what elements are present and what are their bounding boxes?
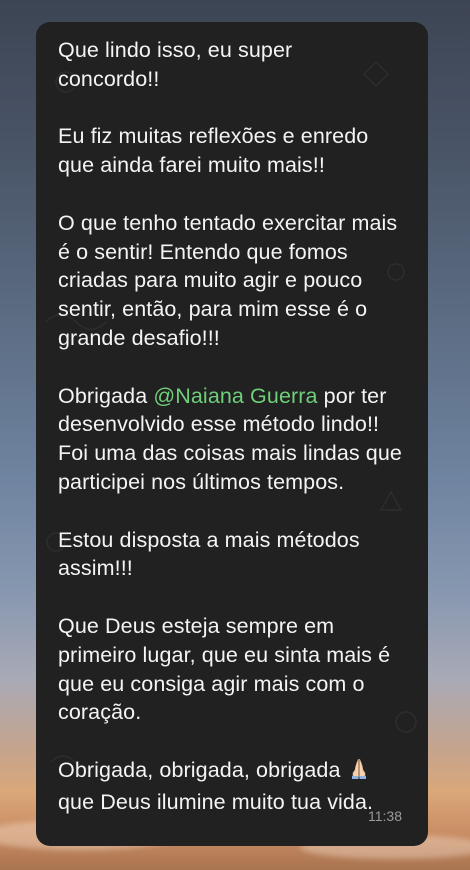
- message-paragraph: Estou disposta a mais métodos assim!!!: [58, 526, 410, 584]
- message-line: sentir, então, para mim esse é o: [58, 297, 368, 322]
- user-mention-link[interactable]: @Naiana Guerra: [153, 384, 317, 408]
- message-paragraph: Que Deus esteja sempre em primeiro lugar…: [58, 612, 410, 727]
- message-paragraph: Obrigada @Naiana Guerra por ter desenvol…: [58, 382, 410, 497]
- message-line: Que Deus esteja sempre em: [58, 613, 335, 638]
- message-line: assim!!!: [58, 556, 133, 581]
- message-line: primeiro lugar, que eu sinta mais é: [58, 642, 391, 667]
- message-text-fragment: por ter: [323, 383, 387, 408]
- message-line: que Deus ilumine muito tua vida.: [58, 789, 374, 814]
- message-line: é o sentir! Entendo que fomos: [58, 239, 348, 264]
- message-line: O que tenho tentado exercitar mais: [58, 210, 398, 235]
- message-line: Foi uma das coisas mais lindas que: [58, 441, 402, 466]
- message-line: concordo!!: [58, 66, 160, 91]
- message-paragraph: Que lindo isso, eu super concordo!!: [58, 36, 410, 94]
- message-text: Que lindo isso, eu super concordo!! Eu f…: [58, 36, 410, 817]
- message-line: Obrigada, obrigada, obrigada: [58, 756, 410, 788]
- praying-hands-icon: [347, 756, 371, 788]
- message-paragraph: O que tenho tentado exercitar mais é o s…: [58, 209, 410, 353]
- message-line: Estou disposta a mais métodos: [58, 527, 360, 552]
- message-line: Obrigada @Naiana Guerra por ter: [58, 382, 410, 411]
- message-line: Eu fiz muitas reflexões e enredo: [58, 124, 369, 149]
- message-line: participei nos últimos tempos.: [58, 469, 345, 494]
- message-text-fragment: Obrigada: [58, 383, 148, 408]
- message-line: coração.: [58, 700, 142, 725]
- message-timestamp: 11:38: [368, 808, 402, 824]
- message-line: grande desafio!!!: [58, 325, 220, 350]
- message-bubble[interactable]: Que lindo isso, eu super concordo!! Eu f…: [36, 22, 428, 846]
- message-line: criadas para muito agir e pouco: [58, 268, 363, 293]
- message-line: Que lindo isso, eu super: [58, 38, 293, 62]
- message-paragraph: Eu fiz muitas reflexões e enredo que ain…: [58, 122, 410, 180]
- message-line: que ainda farei muito mais!!: [58, 153, 325, 178]
- message-paragraph: Obrigada, obrigada, obrigada que Deus il…: [58, 756, 410, 817]
- message-line: que eu consiga agir mais com o: [58, 671, 365, 696]
- message-text-fragment: Obrigada, obrigada, obrigada: [58, 757, 341, 782]
- message-line: desenvolvido esse método lindo!!: [58, 412, 380, 437]
